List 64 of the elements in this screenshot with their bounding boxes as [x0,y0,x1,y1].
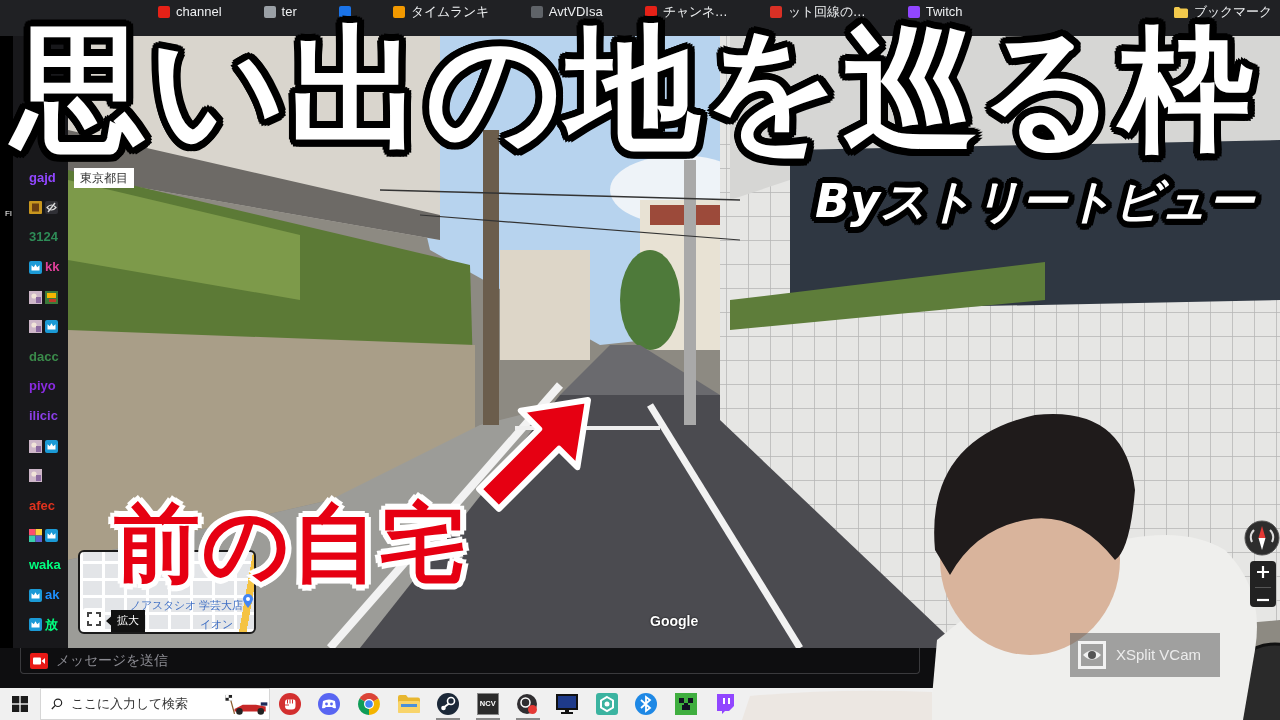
crown-icon [29,618,42,632]
bookmark-link[interactable]: ブックマーク [1174,4,1272,20]
game-controller-icon[interactable] [318,693,341,715]
bookmark-link[interactable]: ter [263,4,297,20]
color-wheel-icon[interactable] [358,693,380,715]
eye-frame-icon [1078,641,1106,669]
emote-icon [29,320,42,334]
address-label: 東京都目 [74,168,134,188]
map-place-label: ノアスタシオ 学芸大店 [130,599,244,612]
zoom-out-icon[interactable] [1257,598,1269,603]
folder-icon[interactable] [397,695,420,713]
emote-icon [29,469,42,483]
chat-username: 3124 [29,229,58,246]
crown-icon [45,439,58,453]
fist-icon[interactable] [278,693,301,715]
chat-username: waka [29,557,61,574]
emote-icon [29,528,42,542]
record-icon[interactable] [516,693,539,715]
chat-username: gajd [29,169,56,186]
watermark-text: XSplit VCam [1116,646,1202,664]
monitor-icon[interactable] [555,694,578,714]
message-input[interactable]: メッセージを送信 [56,650,919,671]
crown-icon [45,320,58,334]
compass-icon[interactable] [1244,520,1280,556]
bluetooth-icon[interactable] [635,693,658,715]
fullscreen-icon[interactable] [83,608,105,630]
bookmark-link[interactable]: channel [158,4,222,20]
site-icon[interactable] [338,6,351,18]
bookmark-link[interactable]: AvtVDIsa [530,4,603,20]
strip-label: Fl [5,209,12,218]
map-place-label: イオン [200,618,233,631]
chat-username: afec [29,497,56,514]
speech-bubble-icon[interactable] [714,693,737,715]
search-icon [51,697,63,711]
frame-icon [29,201,42,215]
bookmark-link[interactable]: Twitch [907,4,963,20]
emote-icon [29,290,42,304]
video-camera-icon[interactable] [30,652,48,669]
piston-icon[interactable] [437,693,460,715]
pixel-face-icon[interactable] [674,693,697,715]
crown-icon [29,588,42,602]
eye-slash-icon [45,201,58,215]
four-squares-icon[interactable] [12,696,28,712]
bookmark-link[interactable]: ット回線の… [769,4,866,20]
chat-username: 放 [45,616,58,633]
chat-username: ak [45,587,60,604]
zoom-in-icon[interactable] [1257,565,1269,578]
emote-icon [29,439,42,453]
bookmark-link[interactable]: チャンネ… [644,4,728,20]
ring-tile-icon[interactable] [595,693,618,715]
chat-username: kk [45,259,60,276]
taskbar-search-box[interactable]: ここに入力して検索 [40,688,270,720]
search-input[interactable]: ここに入力して検索 [70,694,215,714]
chat-username: dacc [29,348,59,365]
bookmark-link[interactable]: タイムランキ [392,4,489,20]
chat-input-box[interactable]: メッセージを送信 [20,648,920,674]
attribution-text: Google [650,613,699,629]
thumbnail-subtitle: Byストリートビュー [814,173,1257,230]
crown-icon [45,528,58,542]
chat-username: piyo [29,378,56,395]
emote-icon [45,290,58,304]
chat-username: ilicic [29,408,58,425]
map-pin-icon [243,594,253,608]
crown-icon [29,260,42,274]
